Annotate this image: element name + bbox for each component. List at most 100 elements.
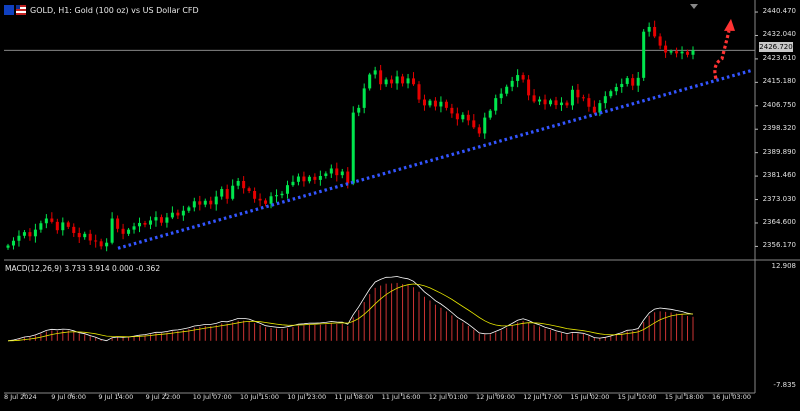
candle-body: [510, 80, 514, 87]
candle-body: [192, 201, 196, 208]
candle-body: [494, 98, 498, 111]
candle-body: [264, 200, 268, 204]
candle-body: [148, 220, 152, 225]
candle-body: [691, 50, 695, 55]
price-tick-label: 2389.890: [762, 147, 796, 156]
candle-body: [581, 97, 585, 99]
candle-body: [549, 100, 553, 105]
candle-body: [116, 218, 120, 229]
candle-body: [450, 107, 454, 114]
macd-signal-line: [7, 283, 693, 342]
price-tick-label: 2415.180: [762, 77, 796, 86]
macd-line: [7, 276, 694, 342]
time-tick-label: 9 Jul 14:00: [98, 393, 134, 401]
chart-title: GOLD, H1: Gold (100 oz) vs US Dollar CFD: [30, 5, 199, 15]
candle-body: [625, 78, 629, 84]
macd-indicator-label: MACD(12,26,9) 3.733 3.914 0.000 -0.362: [5, 264, 161, 273]
chart-canvas[interactable]: [0, 0, 800, 407]
candle-body: [121, 228, 125, 234]
time-tick-label: 9 Jul 22:00: [145, 393, 181, 401]
candle-body: [614, 87, 618, 92]
price-tick-label: 2432.040: [762, 30, 796, 39]
candle-body: [280, 193, 284, 196]
forecast-arrow-line: [713, 30, 731, 80]
candle-body: [105, 242, 109, 247]
candle-body: [181, 210, 185, 216]
candle-body: [422, 99, 426, 106]
candle-body: [642, 31, 646, 78]
candle-body: [318, 175, 322, 180]
candle-body: [559, 102, 563, 106]
candle-body: [466, 114, 470, 121]
candle-body: [176, 212, 180, 216]
candle-body: [214, 196, 218, 205]
candle-body: [368, 74, 372, 89]
candle-body: [61, 222, 65, 231]
candle-body: [379, 70, 383, 85]
candle-body: [143, 222, 147, 225]
candle-body: [362, 88, 366, 108]
candle-body: [225, 189, 229, 199]
chart-window[interactable]: [0, 0, 800, 407]
candle-body: [187, 207, 191, 211]
time-tick-label: 10 Jul 23:00: [287, 393, 327, 401]
candle-body: [669, 51, 673, 53]
candle-body: [307, 176, 311, 182]
price-tick-label: 2398.320: [762, 124, 796, 133]
candle-body: [527, 79, 531, 96]
candle-body: [472, 120, 476, 128]
time-tick-label: 12 Jul 17:00: [523, 393, 563, 401]
candle-body: [127, 229, 131, 234]
forecast-arrow-head: [724, 18, 735, 31]
time-tick-label: 10 Jul 07:00: [192, 393, 232, 401]
candle-body: [11, 240, 15, 246]
candle-body: [532, 95, 536, 102]
candle-body: [302, 176, 306, 182]
candle-body: [258, 198, 262, 201]
price-tick-label: 2423.610: [762, 53, 796, 62]
candle-body: [647, 26, 651, 32]
candle-body: [538, 99, 542, 102]
candle-body: [499, 93, 503, 99]
candle-body: [340, 171, 344, 176]
candle-body: [592, 106, 596, 113]
candle-body: [50, 218, 54, 222]
candle-body: [55, 221, 59, 231]
candle-body: [94, 240, 98, 242]
price-tick-label: 2356.170: [762, 241, 796, 250]
price-tick-label: 2406.750: [762, 100, 796, 109]
candle-body: [384, 79, 388, 85]
candle-body: [99, 241, 103, 247]
candle-body: [242, 180, 246, 189]
candle-body: [565, 102, 569, 106]
candle-body: [346, 171, 350, 184]
candle-body: [33, 229, 37, 237]
candle-body: [22, 232, 26, 236]
candle-body: [28, 232, 32, 237]
candle-body: [439, 101, 443, 107]
eu-us-flag-icon: [4, 5, 26, 15]
candle-body: [138, 222, 142, 227]
chart-shift-icon[interactable]: [690, 4, 698, 9]
candle-body: [351, 112, 355, 184]
time-tick-label: 9 Jul 06:00: [51, 393, 87, 401]
time-tick-label: 15 Jul 18:00: [664, 393, 704, 401]
candle-body: [170, 212, 174, 218]
candle-body: [83, 233, 87, 238]
time-tick-label: 16 Jul 03:00: [712, 393, 751, 401]
time-tick-label: 12 Jul 01:00: [428, 393, 468, 401]
candle-body: [406, 78, 410, 84]
candle-body: [253, 190, 257, 199]
candle-body: [203, 200, 207, 205]
candle-body: [72, 226, 76, 233]
candle-body: [516, 75, 520, 81]
candle-body: [110, 218, 114, 243]
price-tick-label: 2364.600: [762, 217, 796, 226]
candle-body: [675, 51, 679, 54]
current-price-badge: 2426.720: [759, 42, 793, 52]
candle-body: [335, 168, 339, 176]
candle-body: [412, 78, 416, 85]
candle-body: [609, 91, 613, 97]
candle-body: [488, 110, 492, 118]
candle-body: [576, 89, 580, 98]
